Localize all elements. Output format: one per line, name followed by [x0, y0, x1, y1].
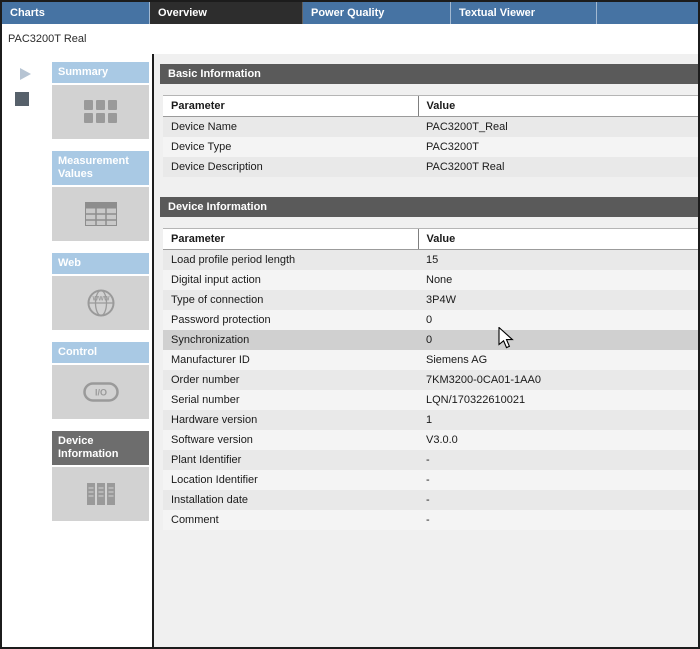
param-cell: Hardware version: [163, 410, 418, 430]
section-device-information: Device Information Parameter Value Load …: [160, 197, 698, 530]
sidebar-item-label[interactable]: Summary: [52, 62, 149, 83]
param-cell: Serial number: [163, 390, 418, 410]
value-cell: PAC3200T: [418, 137, 698, 157]
tab-charts[interactable]: Charts: [2, 2, 150, 24]
content-body: Summary Measurement Values Web WWW Contr…: [2, 54, 698, 647]
table-row[interactable]: Type of connection 3P4W: [163, 290, 698, 310]
left-toolbar: [2, 54, 50, 647]
svg-text:WWW: WWW: [92, 297, 109, 303]
param-cell: Device Description: [163, 157, 418, 177]
section-title: Device Information: [160, 197, 698, 217]
param-cell: Order number: [163, 370, 418, 390]
value-cell: -: [418, 470, 698, 490]
table-row[interactable]: Order number 7KM3200-0CA01-1AA0: [163, 370, 698, 390]
table-row[interactable]: Comment -: [163, 510, 698, 530]
value-cell: 7KM3200-0CA01-1AA0: [418, 370, 698, 390]
value-cell: 15: [418, 249, 698, 270]
table-row[interactable]: Serial number LQN/170322610021: [163, 390, 698, 410]
device-title: PAC3200T Real: [2, 24, 698, 54]
table-row[interactable]: Location Identifier -: [163, 470, 698, 490]
table-row-highlighted[interactable]: Synchronization 0: [163, 330, 698, 350]
table-row[interactable]: Device Name PAC3200T_Real: [163, 116, 698, 137]
value-cell: PAC3200T Real: [418, 157, 698, 177]
value-cell: -: [418, 490, 698, 510]
table-header-row: Parameter Value: [163, 228, 698, 250]
section-title: Basic Information: [160, 64, 698, 84]
play-icon[interactable]: [20, 68, 31, 80]
table-row[interactable]: Device Description PAC3200T Real: [163, 157, 698, 177]
sidebar-item-device-information[interactable]: Device Information: [52, 431, 149, 521]
table-row[interactable]: Device Type PAC3200T: [163, 137, 698, 157]
value-cell: PAC3200T_Real: [418, 116, 698, 137]
param-cell: Software version: [163, 430, 418, 450]
param-cell: Device Type: [163, 137, 418, 157]
table-row[interactable]: Hardware version 1: [163, 410, 698, 430]
param-cell: Plant Identifier: [163, 450, 418, 470]
sidebar-item-label[interactable]: Device Information: [52, 431, 149, 465]
table-row[interactable]: Software version V3.0.0: [163, 430, 698, 450]
value-cell: 0: [418, 330, 698, 350]
table-row[interactable]: Manufacturer ID Siemens AG: [163, 350, 698, 370]
control-io-icon: I/O: [52, 365, 149, 419]
value-cell: LQN/170322610021: [418, 390, 698, 410]
web-globe-icon: WWW: [52, 276, 149, 330]
basic-information-table: Parameter Value Device Name PAC3200T_Real…: [163, 95, 698, 177]
param-cell: Load profile period length: [163, 249, 418, 270]
summary-grid-icon: [52, 85, 149, 139]
sidebar: Summary Measurement Values Web WWW Contr…: [50, 54, 154, 647]
svg-text:I/O: I/O: [94, 388, 106, 398]
tab-power-quality[interactable]: Power Quality: [303, 2, 451, 24]
sidebar-item-summary[interactable]: Summary: [52, 62, 149, 139]
section-basic-information: Basic Information Parameter Value Device…: [160, 64, 698, 177]
param-cell: Installation date: [163, 490, 418, 510]
value-cell: 3P4W: [418, 290, 698, 310]
column-header-value: Value: [417, 95, 698, 117]
tab-bar-filler: [597, 2, 698, 24]
param-cell: Device Name: [163, 116, 418, 137]
device-information-table: Parameter Value Load profile period leng…: [163, 228, 698, 530]
tab-bar: Charts Overview Power Quality Textual Vi…: [2, 2, 698, 24]
table-row[interactable]: Load profile period length 15: [163, 249, 698, 270]
param-cell: Password protection: [163, 310, 418, 330]
tab-textual-viewer[interactable]: Textual Viewer: [451, 2, 597, 24]
param-cell: Digital input action: [163, 270, 418, 290]
value-cell: 1: [418, 410, 698, 430]
value-cell: 0: [418, 310, 698, 330]
param-cell: Synchronization: [163, 330, 418, 350]
sidebar-item-label[interactable]: Web: [52, 253, 149, 274]
column-header-parameter: Parameter: [163, 95, 418, 117]
table-header-row: Parameter Value: [163, 95, 698, 117]
app-window: Charts Overview Power Quality Textual Vi…: [0, 0, 700, 649]
sidebar-item-measurement-values[interactable]: Measurement Values: [52, 151, 149, 241]
value-cell: None: [418, 270, 698, 290]
main-panel: Basic Information Parameter Value Device…: [154, 54, 698, 647]
column-header-value: Value: [417, 228, 698, 250]
tab-overview[interactable]: Overview: [150, 2, 303, 24]
stop-icon[interactable]: [15, 92, 29, 106]
sidebar-item-control[interactable]: Control I/O: [52, 342, 149, 419]
sidebar-item-label[interactable]: Control: [52, 342, 149, 363]
param-cell: Location Identifier: [163, 470, 418, 490]
table-row[interactable]: Plant Identifier -: [163, 450, 698, 470]
value-cell: Siemens AG: [418, 350, 698, 370]
table-row[interactable]: Password protection 0: [163, 310, 698, 330]
value-cell: -: [418, 450, 698, 470]
table-row[interactable]: Digital input action None: [163, 270, 698, 290]
sidebar-item-label[interactable]: Measurement Values: [52, 151, 149, 185]
param-cell: Comment: [163, 510, 418, 530]
table-row[interactable]: Installation date -: [163, 490, 698, 510]
param-cell: Manufacturer ID: [163, 350, 418, 370]
device-info-book-icon: [52, 467, 149, 521]
sidebar-item-web[interactable]: Web WWW: [52, 253, 149, 330]
value-cell: -: [418, 510, 698, 530]
column-header-parameter: Parameter: [163, 228, 418, 250]
param-cell: Type of connection: [163, 290, 418, 310]
mouse-cursor-icon: [498, 327, 514, 349]
measurement-table-icon: [52, 187, 149, 241]
value-cell: V3.0.0: [418, 430, 698, 450]
